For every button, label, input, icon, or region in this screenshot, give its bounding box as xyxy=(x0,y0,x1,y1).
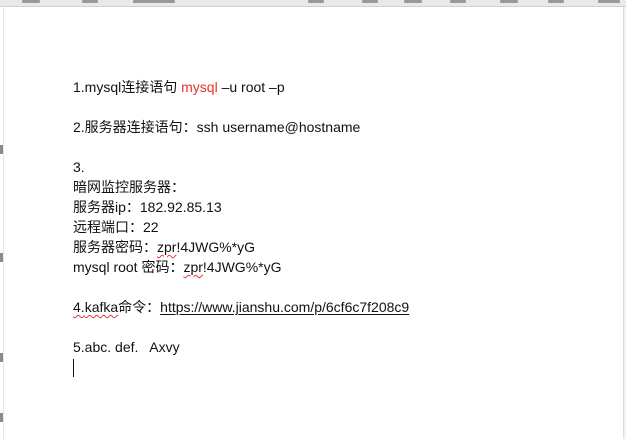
empty-line xyxy=(73,277,613,297)
doc-line-6: 远程端口：22 xyxy=(73,219,159,235)
spellcheck-word[interactable]: 4.kafka xyxy=(73,299,118,315)
toolbar-item-fragment[interactable] xyxy=(404,0,422,3)
doc-text: mysql root 密码： xyxy=(73,259,184,275)
toolbar-item-fragment[interactable] xyxy=(450,0,466,3)
doc-text: 服务器密码： xyxy=(73,239,157,255)
spellcheck-word[interactable]: zpr xyxy=(157,239,176,255)
empty-line xyxy=(73,97,613,117)
toolbar-item-fragment[interactable] xyxy=(22,0,40,3)
ruler-mark xyxy=(0,145,3,154)
document-body[interactable]: 1.mysql连接语句 mysql –u root –p 2.服务器连接语句：s… xyxy=(73,77,613,378)
doc-text: 4. xyxy=(73,299,85,315)
doc-text: !4JWG%*yG xyxy=(202,259,282,275)
empty-line xyxy=(73,317,613,337)
toolbar-item-fragment[interactable] xyxy=(500,0,518,3)
toolbar-item-fragment[interactable] xyxy=(133,0,175,3)
doc-text: 命令： xyxy=(118,299,161,315)
empty-line xyxy=(73,137,613,157)
ruler-mark xyxy=(0,353,3,362)
toolbar-item-fragment[interactable] xyxy=(362,0,378,3)
doc-line-9: 4.kafka命令：https://www.jianshu.com/p/6cf6… xyxy=(73,297,613,317)
doc-line-1: 1.mysql连接语句 mysql –u root –p xyxy=(73,77,613,97)
toolbar-item-fragment[interactable] xyxy=(598,0,620,3)
jianshu-link[interactable]: https://www.jianshu.com/p/6cf6c7f208c9 xyxy=(160,299,409,315)
doc-text: kafka xyxy=(84,299,119,315)
text-cursor xyxy=(73,359,74,378)
spellcheck-word[interactable]: zpr xyxy=(183,259,202,275)
doc-line-5: 服务器ip：182.92.85.13 xyxy=(73,199,222,215)
doc-line-7: 服务器密码：zpr!4JWG%*yG xyxy=(73,237,613,257)
ruler-mark xyxy=(0,253,3,262)
toolbar-item-fragment[interactable] xyxy=(82,0,98,3)
doc-line-2: 2.服务器连接语句：ssh username@hostname xyxy=(73,119,361,135)
doc-text: 1.mysql连接语句 xyxy=(73,79,182,95)
toolbar-item-fragment[interactable] xyxy=(308,0,324,3)
doc-text: –u root –p xyxy=(217,79,285,95)
ruler-left xyxy=(0,7,4,439)
doc-line-4: 暗网监控服务器： xyxy=(73,179,185,195)
doc-line-8: mysql root 密码：zpr!4JWG%*yG xyxy=(73,257,613,277)
toolbar-item-fragment[interactable] xyxy=(548,0,564,3)
window-toolbar-edge xyxy=(0,0,626,7)
ruler-mark xyxy=(0,413,3,422)
doc-text: !4JWG%*yG xyxy=(176,239,256,255)
caret-line[interactable] xyxy=(73,357,613,378)
doc-line-10: 5.abc. def. Axvy xyxy=(73,339,180,355)
doc-line-3: 3. xyxy=(73,159,85,175)
keyword-mysql: mysql xyxy=(181,79,218,95)
